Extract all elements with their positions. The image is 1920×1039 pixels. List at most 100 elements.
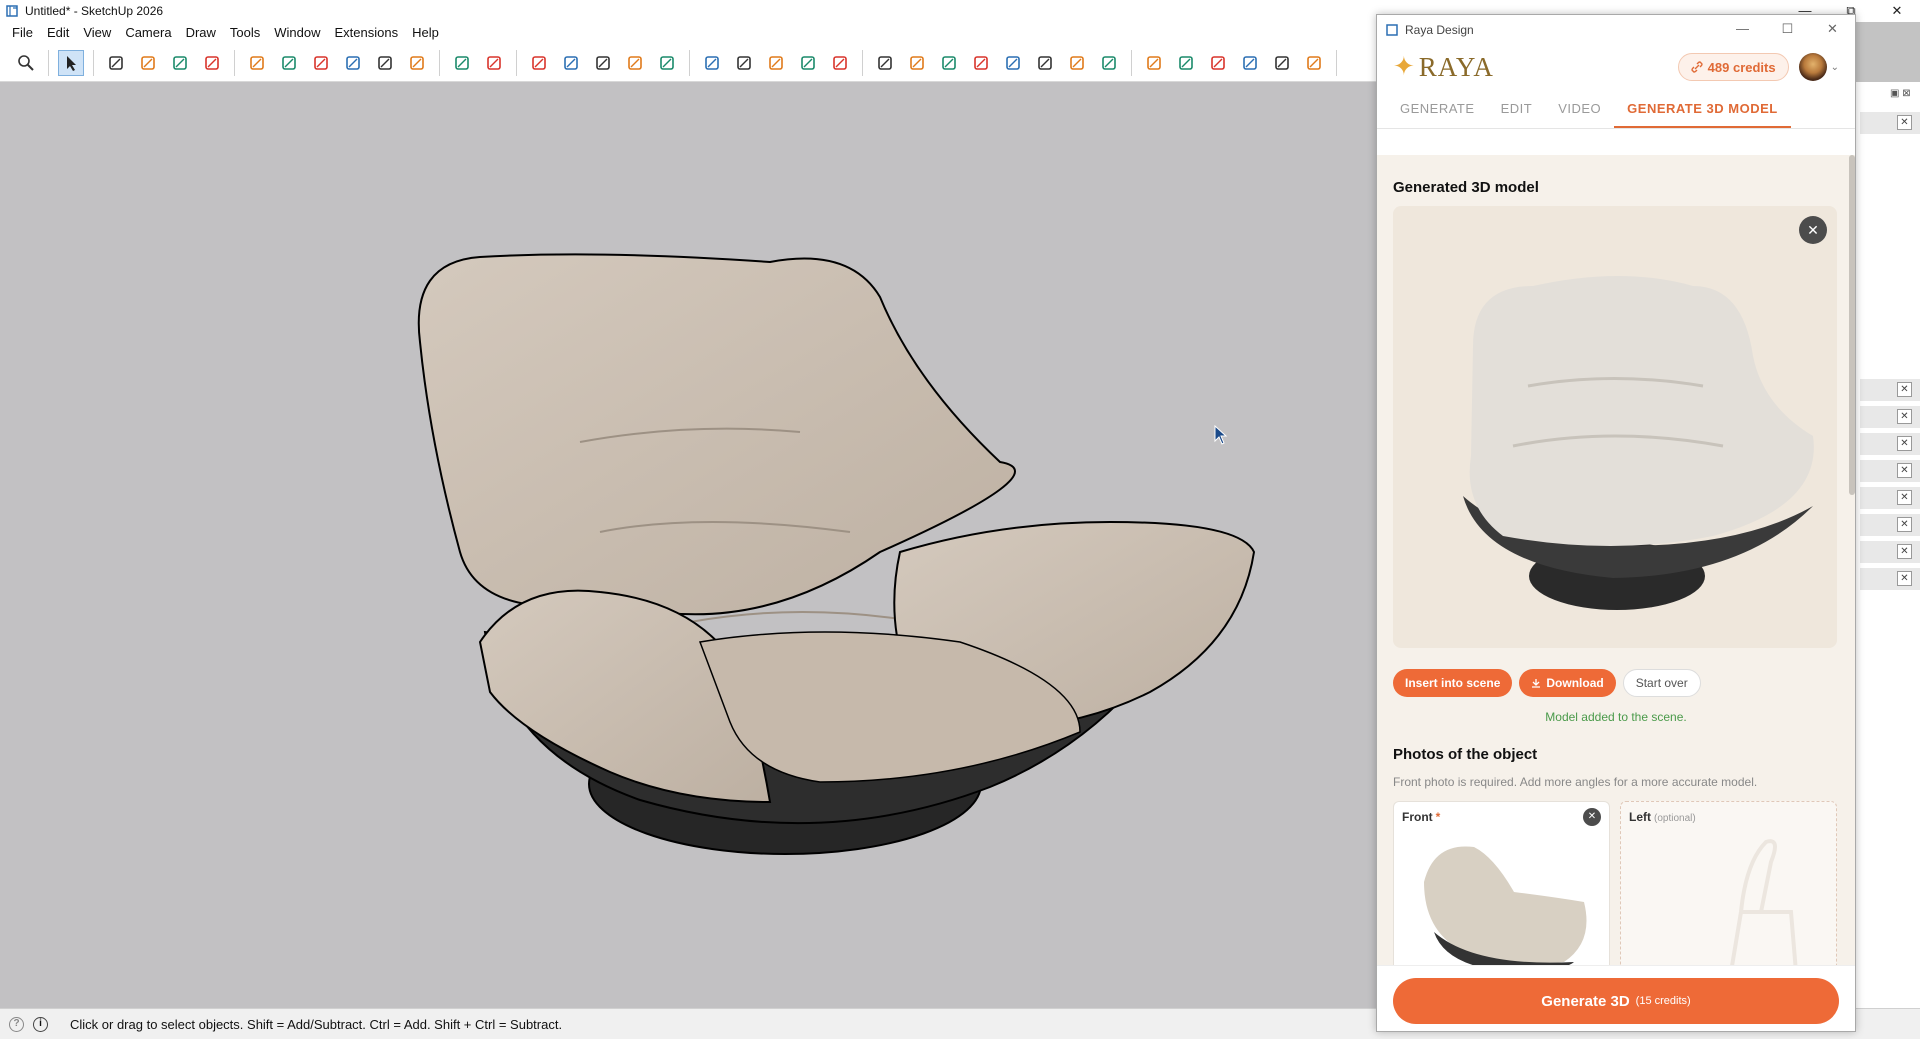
monochrome-tool-button[interactable] <box>1000 50 1026 76</box>
back-edges-tool-button[interactable] <box>1096 50 1122 76</box>
tape-measure-tool-button[interactable] <box>449 50 475 76</box>
line-tool-tool-button[interactable] <box>167 50 193 76</box>
move-tool-button[interactable] <box>308 50 334 76</box>
shaded-icon <box>974 55 988 70</box>
start-over-label: Start over <box>1635 676 1688 690</box>
start-over-button[interactable]: Start over <box>1622 669 1701 697</box>
right-view-tool-button[interactable] <box>1237 50 1263 76</box>
section-title: Generated 3D model <box>1393 179 1539 196</box>
menu-extensions[interactable]: Extensions <box>328 22 406 44</box>
tab-generate[interactable]: GENERATE <box>1387 89 1488 128</box>
eraser-tool-button[interactable] <box>103 50 129 76</box>
info-icon[interactable]: i <box>33 1016 48 1032</box>
back-edges-icon <box>1102 55 1116 70</box>
front-view-tool-button[interactable] <box>1205 50 1231 76</box>
front-photo-slot[interactable]: Front * ✕ <box>1393 801 1610 965</box>
user-tool-button[interactable] <box>827 50 853 76</box>
model-viewport[interactable] <box>0 82 1376 1008</box>
orbit-tool-button[interactable] <box>558 50 584 76</box>
left-photo-slot[interactable]: Left (optional) <box>1620 801 1837 965</box>
hidden-line-tool-button[interactable] <box>904 50 930 76</box>
plugin-tabs: GENERATE EDIT VIDEO GENERATE 3D MODEL <box>1377 89 1855 129</box>
iso-view-tool-button[interactable] <box>1141 50 1167 76</box>
sketchup-logo-icon <box>6 5 18 17</box>
wireframe-tool-button[interactable] <box>872 50 898 76</box>
tray-panel-row: ✕ <box>1860 112 1920 134</box>
menu-camera[interactable]: Camera <box>118 22 178 44</box>
close-preview-button[interactable]: ✕ <box>1799 216 1827 244</box>
rotate-tool-button[interactable] <box>340 50 366 76</box>
close-icon[interactable]: ✕ <box>1897 115 1912 130</box>
left-view-tool-button[interactable] <box>1301 50 1327 76</box>
menu-help[interactable]: Help <box>405 22 446 44</box>
pan-tool-button[interactable] <box>590 50 616 76</box>
insert-into-scene-button[interactable]: Insert into scene <box>1393 669 1513 697</box>
pencil-tool-button[interactable] <box>135 50 161 76</box>
toolbar-separator <box>234 49 235 76</box>
tray-panel-row: ✕ <box>1860 568 1920 590</box>
tab-video[interactable]: VIDEO <box>1545 89 1614 128</box>
back-view-tool-button[interactable] <box>1269 50 1295 76</box>
shaded-tool-button[interactable] <box>968 50 994 76</box>
chair-model[interactable] <box>0 82 1376 1008</box>
tab-generate-3d-model[interactable]: GENERATE 3D MODEL <box>1614 89 1791 128</box>
top-view-icon <box>1179 55 1193 70</box>
zoom-extents-tool-button[interactable] <box>654 50 680 76</box>
front-photo-thumbnail <box>1424 846 1587 965</box>
rectangle-tool-button[interactable] <box>199 50 225 76</box>
section-plane-tool-button[interactable] <box>526 50 552 76</box>
tray-panel-row: ✕ <box>1860 487 1920 509</box>
chevron-down-icon[interactable]: ⌄ <box>1831 62 1839 73</box>
close-icon[interactable]: ✕ <box>1897 571 1912 586</box>
close-icon[interactable]: ✕ <box>1897 463 1912 478</box>
close-icon[interactable]: ✕ <box>1897 490 1912 505</box>
toolbar-separator <box>1131 49 1132 76</box>
close-icon[interactable]: ✕ <box>1897 382 1912 397</box>
plugin-header: ✦ RAYA 489 credits ⌄ <box>1377 45 1855 89</box>
close-icon[interactable]: ✕ <box>1897 436 1912 451</box>
menu-view[interactable]: View <box>76 22 118 44</box>
avatar[interactable] <box>1798 53 1827 81</box>
3d-warehouse-tool-button[interactable] <box>795 50 821 76</box>
credits-badge[interactable]: 489 credits <box>1677 53 1789 81</box>
close-icon[interactable]: ✕ <box>1897 517 1912 532</box>
materials-tool-button[interactable] <box>731 50 757 76</box>
layers-tool-button[interactable] <box>763 50 789 76</box>
xray-tool-button[interactable] <box>936 50 962 76</box>
download-button[interactable]: Download <box>1519 669 1616 697</box>
top-view-tool-button[interactable] <box>1173 50 1199 76</box>
component-tool-button[interactable] <box>699 50 725 76</box>
select-tool-button[interactable] <box>58 49 84 76</box>
tray-panel-row: ✕ <box>1860 514 1920 536</box>
zoom-tool-button[interactable] <box>622 50 648 76</box>
shaded-textures-tool-button[interactable] <box>1064 50 1090 76</box>
wireframe-icon <box>878 55 892 70</box>
right-view-icon <box>1243 55 1257 70</box>
menu-draw[interactable]: Draw <box>179 22 223 44</box>
plugin-footer: Generate 3D (15 credits) <box>1377 965 1855 1031</box>
geo-location-icon[interactable]: ? <box>9 1016 24 1032</box>
maximize-button[interactable]: ☐ <box>1765 15 1810 43</box>
plugin-content: Generated 3D model ✕ Insert into scene D… <box>1377 155 1855 965</box>
protractor-tool-button[interactable] <box>481 50 507 76</box>
textured-tool-button[interactable] <box>1032 50 1058 76</box>
menu-file[interactable]: File <box>0 22 40 44</box>
search-tool-button[interactable] <box>13 50 39 76</box>
scrollbar[interactable] <box>1849 155 1855 495</box>
close-icon[interactable]: ✕ <box>1897 544 1912 559</box>
tab-edit[interactable]: EDIT <box>1488 89 1546 128</box>
menu-edit[interactable]: Edit <box>40 22 76 44</box>
menu-tools[interactable]: Tools <box>223 22 267 44</box>
scale-tool-button[interactable] <box>372 50 398 76</box>
raya-design-window: Raya Design — ☐ ✕ ✦ RAYA 489 credits ⌄ G… <box>1376 14 1856 1032</box>
menu-window[interactable]: Window <box>267 22 327 44</box>
close-button[interactable]: ✕ <box>1874 0 1920 22</box>
follow-me-tool-button[interactable] <box>276 50 302 76</box>
offset-tool-button[interactable] <box>404 50 430 76</box>
mouse-cursor-icon <box>1214 425 1228 445</box>
close-button[interactable]: ✕ <box>1810 15 1855 43</box>
generate-3d-button[interactable]: Generate 3D (15 credits) <box>1393 978 1839 1024</box>
minimize-button[interactable]: — <box>1720 15 1765 43</box>
close-icon[interactable]: ✕ <box>1897 409 1912 424</box>
push-pull-tool-button[interactable] <box>244 50 270 76</box>
